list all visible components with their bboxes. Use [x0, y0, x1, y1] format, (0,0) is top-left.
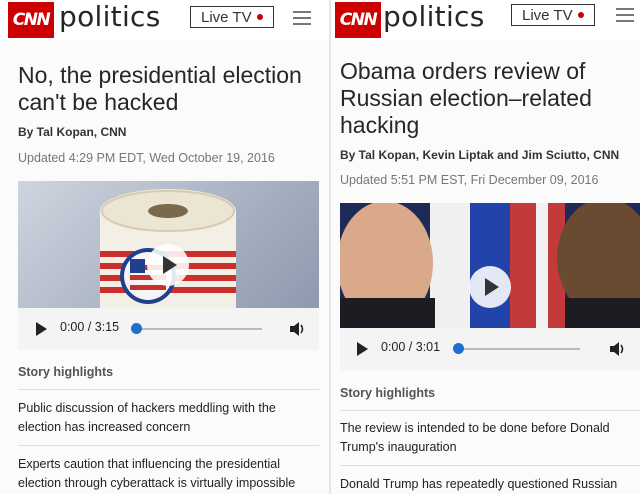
video-progress-track[interactable] — [136, 328, 262, 330]
play-icon[interactable] — [36, 322, 47, 336]
highlight-item: Public discussion of hackers meddling wi… — [18, 401, 276, 434]
hamburger-menu-icon[interactable] — [293, 11, 311, 25]
highlight-item: The review is intended to be done before… — [340, 421, 610, 454]
cnn-logo[interactable]: CNN — [8, 2, 54, 38]
video-controls: 0:00 / 3:15 — [18, 308, 319, 350]
hamburger-menu-icon[interactable] — [616, 8, 634, 22]
article-timestamp: Updated 5:51 PM EST, Fri December 09, 20… — [340, 173, 599, 187]
video-progress-knob[interactable] — [453, 343, 464, 354]
article-byline: By Tal Kopan, CNN — [18, 125, 127, 139]
video-thumbnail[interactable] — [340, 203, 640, 328]
section-title[interactable]: politics — [383, 0, 485, 33]
live-tv-label: Live TV — [522, 6, 573, 24]
site-header: CNN politics Live TV — [331, 0, 640, 40]
article-byline: By Tal Kopan, Kevin Liptak and Jim Sciut… — [340, 148, 620, 162]
play-icon[interactable] — [469, 266, 511, 308]
cnn-logo[interactable]: CNN — [335, 2, 381, 38]
video-time: 0:00 / 3:15 — [60, 320, 120, 334]
article-timestamp: Updated 4:29 PM EDT, Wed October 19, 201… — [18, 151, 275, 165]
live-tv-button[interactable]: Live TV — [511, 4, 595, 26]
live-tv-label: Live TV — [201, 8, 252, 26]
live-tv-button[interactable]: Live TV — [190, 6, 274, 28]
highlight-item: Donald Trump has repeatedly questioned R… — [340, 477, 618, 491]
divider — [18, 389, 319, 390]
video-time: 0:00 / 3:01 — [381, 340, 441, 354]
video-thumbnail[interactable] — [18, 181, 319, 308]
divider — [18, 445, 319, 446]
article-panel-left: CNN politics Live TV No, the presidentia… — [0, 0, 329, 494]
article-headline: No, the presidential election can't be h… — [18, 62, 302, 115]
video-progress-track[interactable] — [458, 348, 580, 350]
play-icon[interactable] — [147, 244, 189, 286]
site-header: CNN politics Live TV — [0, 0, 329, 40]
live-dot-icon — [578, 12, 584, 18]
story-highlights-title: Story highlights — [340, 386, 436, 400]
play-icon[interactable] — [357, 342, 368, 356]
video-controls: 0:00 / 3:01 — [340, 328, 640, 370]
highlight-item: Experts caution that influencing the pre… — [18, 457, 296, 490]
video-progress-knob[interactable] — [131, 323, 142, 334]
live-dot-icon — [257, 14, 263, 20]
volume-icon[interactable] — [608, 340, 626, 358]
article-panel-right: CNN politics Live TV Obama orders review… — [331, 0, 640, 494]
volume-icon[interactable] — [288, 320, 306, 338]
divider — [340, 410, 640, 411]
section-title[interactable]: politics — [59, 0, 161, 33]
article-headline: Obama orders review of Russian election–… — [340, 58, 592, 138]
divider — [340, 465, 640, 466]
story-highlights-title: Story highlights — [18, 365, 114, 379]
